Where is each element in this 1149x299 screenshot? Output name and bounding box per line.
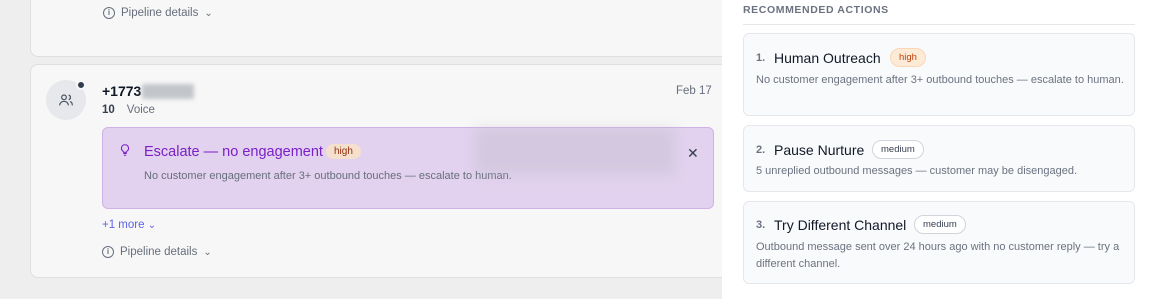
action-card-try-different-channel[interactable]: 3. Try Different Channel medium Outbound… bbox=[743, 201, 1135, 284]
action-number: 1. bbox=[756, 52, 766, 64]
action-card-pause-nurture[interactable]: 2. Pause Nurture medium 5 unreplied outb… bbox=[743, 125, 1135, 192]
background-page: i Pipeline details ⌄ +1773 10 Voice Feb … bbox=[0, 0, 722, 299]
recommended-actions-panel: RECOMMENDED ACTIONS 1. Human Outreach hi… bbox=[722, 0, 1149, 299]
action-number: 3. bbox=[756, 219, 766, 231]
action-title: Pause Nurture bbox=[774, 142, 865, 158]
action-card-human-outreach[interactable]: 1. Human Outreach high No customer engag… bbox=[743, 33, 1135, 116]
modal-backdrop[interactable] bbox=[0, 0, 722, 299]
action-description: 5 unreplied outbound messages — customer… bbox=[756, 165, 1078, 177]
action-description: No customer engagement after 3+ outbound… bbox=[756, 74, 1124, 86]
action-title: Try Different Channel bbox=[774, 217, 907, 233]
divider bbox=[743, 24, 1135, 25]
panel-header: RECOMMENDED ACTIONS bbox=[743, 4, 889, 16]
priority-badge: medium bbox=[914, 215, 966, 234]
action-description: Outbound message sent over 24 hours ago … bbox=[756, 241, 1120, 270]
priority-badge: high bbox=[890, 48, 926, 67]
action-number: 2. bbox=[756, 144, 766, 156]
action-title: Human Outreach bbox=[774, 50, 881, 66]
priority-badge: medium bbox=[872, 140, 924, 159]
